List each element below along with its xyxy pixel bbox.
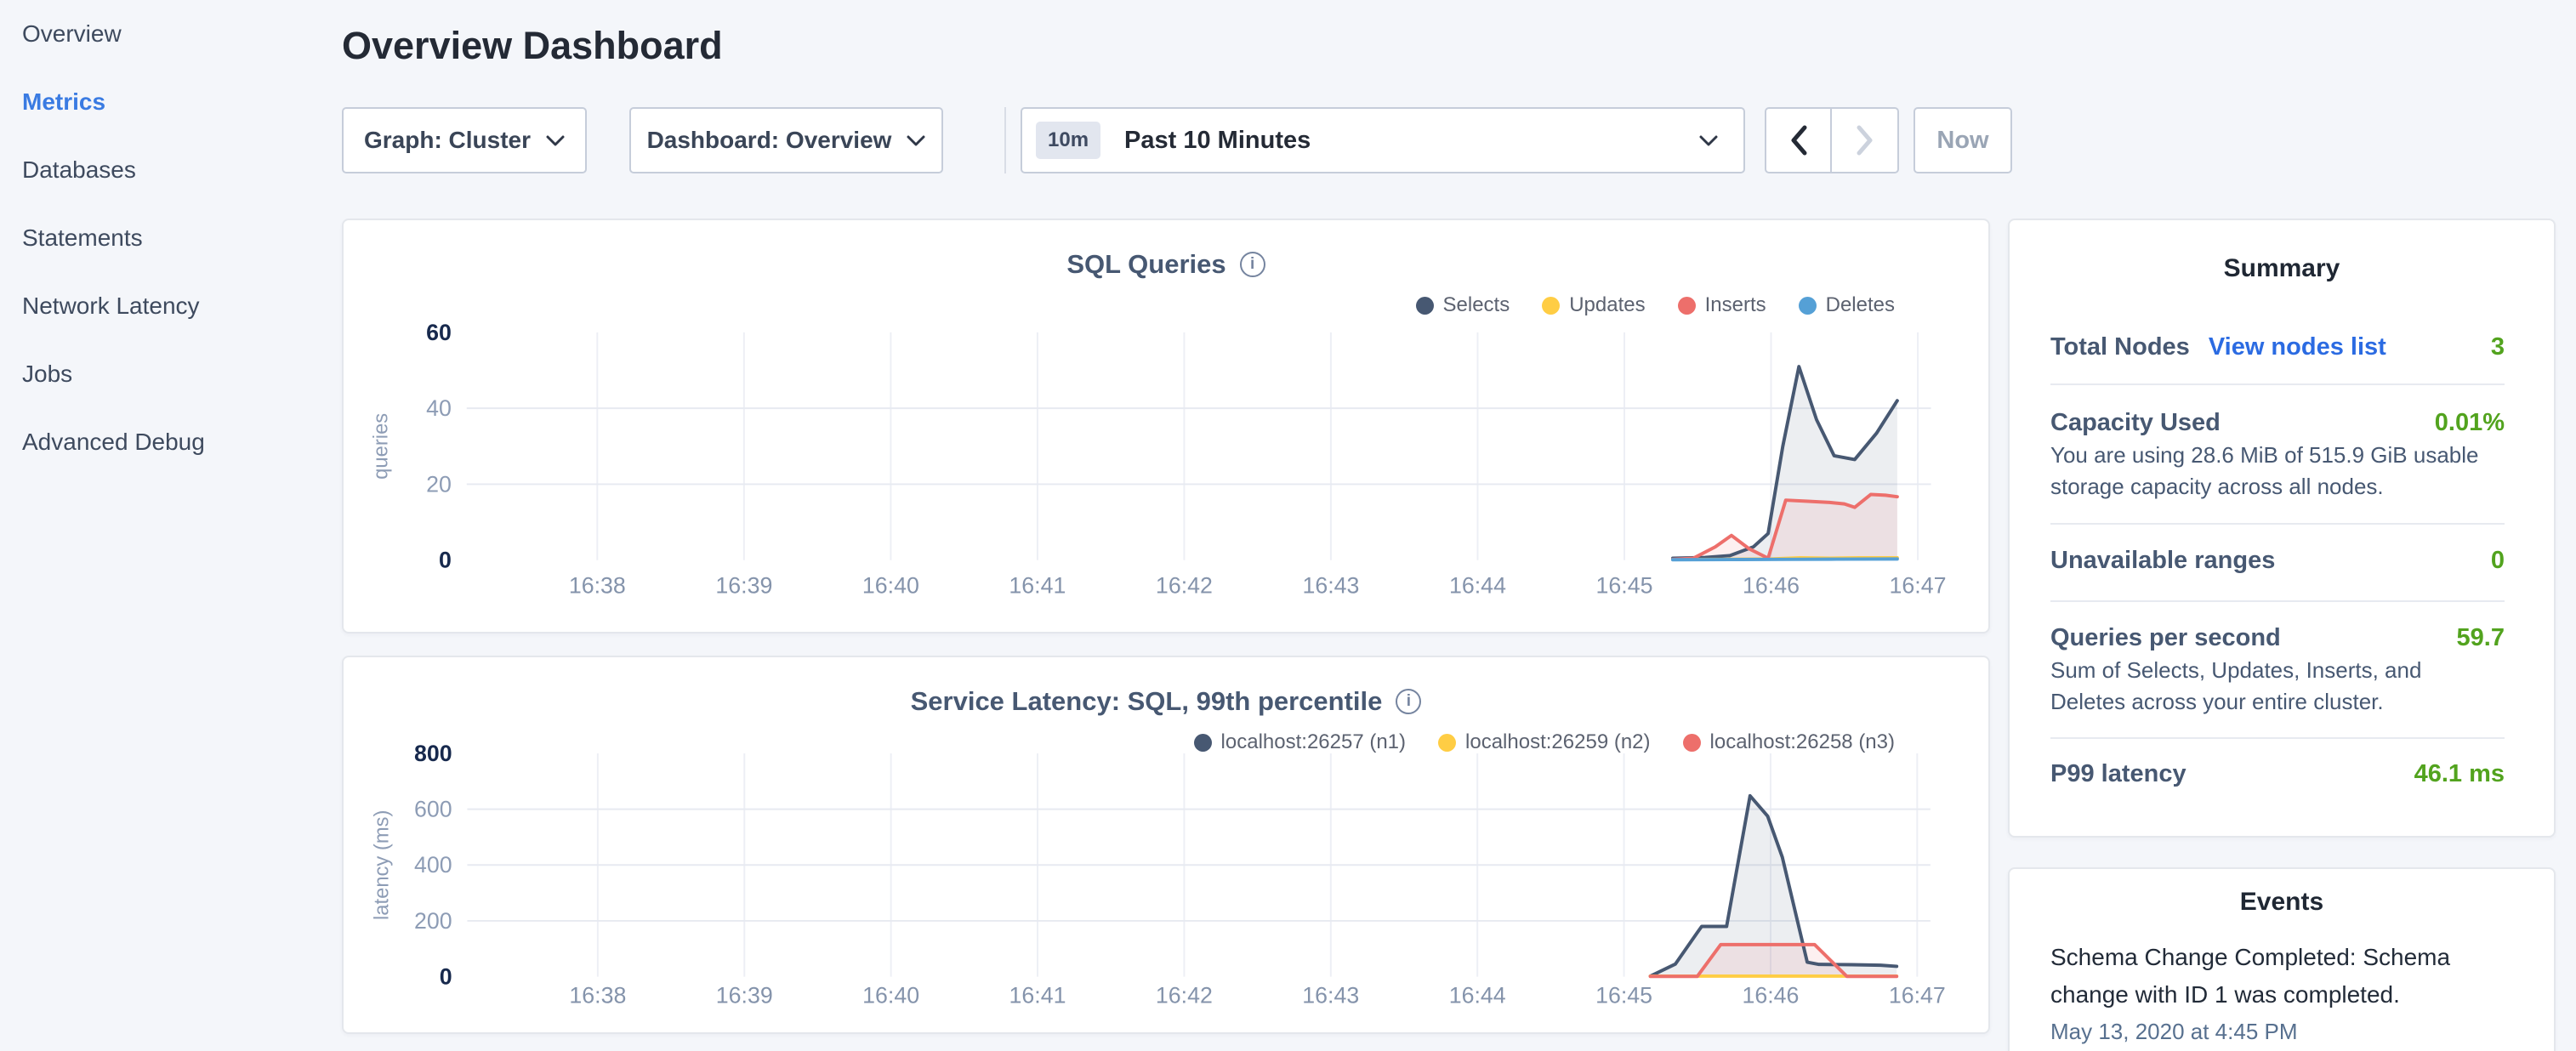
svg-text:16:38: 16:38 bbox=[569, 982, 626, 1008]
svg-text:200: 200 bbox=[414, 908, 452, 934]
chevron-down-icon bbox=[546, 135, 565, 146]
summary-row-label: Queries per second bbox=[2050, 624, 2281, 652]
svg-text:600: 600 bbox=[414, 797, 452, 822]
summary-row-unavailable-ranges: Unavailable ranges 0 bbox=[2050, 542, 2505, 579]
sql-queries-chart-card: SQL Queries i SelectsUpdatesInsertsDelet… bbox=[342, 219, 1990, 633]
summary-row-p99-latency: P99 latency 46.1 ms bbox=[2050, 755, 2505, 793]
summary-row-value: 0 bbox=[2491, 547, 2505, 575]
event-timestamp: May 13, 2020 at 4:45 PM bbox=[2050, 1019, 2513, 1045]
time-range-badge: 10m bbox=[1036, 122, 1100, 159]
event-message: Schema Change Completed: Schema change w… bbox=[2050, 939, 2513, 1014]
graph-dropdown-label: Graph: Cluster bbox=[364, 127, 531, 154]
summary-row-description: Sum of Selects, Updates, Inserts, and De… bbox=[2050, 655, 2494, 718]
view-nodes-list-link[interactable]: View nodes list bbox=[2209, 333, 2386, 361]
sidebar-item-overview[interactable]: Overview bbox=[22, 0, 323, 68]
chart-plot[interactable]: 16:38 16:39 16:40 16:41 16:42 16:43 16:44 16:45… bbox=[344, 220, 1988, 632]
svg-text:800: 800 bbox=[414, 741, 452, 766]
svg-text:16:45: 16:45 bbox=[1596, 572, 1653, 598]
next-time-button[interactable] bbox=[1832, 107, 1899, 173]
chart-plot[interactable]: 16:38 16:39 16:40 16:41 16:42 16:43 16:44 16:45… bbox=[344, 657, 1988, 1032]
chevron-down-icon bbox=[907, 135, 925, 146]
svg-text:0: 0 bbox=[439, 548, 452, 573]
dashboard-dropdown-label: Dashboard: Overview bbox=[647, 127, 892, 154]
summary-row-value: 46.1 ms bbox=[2414, 760, 2505, 788]
events-panel: Events Schema Change Completed: Schema c… bbox=[2008, 867, 2556, 1051]
svg-text:16:39: 16:39 bbox=[716, 982, 773, 1008]
svg-text:400: 400 bbox=[414, 852, 452, 878]
service-latency-chart-card: Service Latency: SQL, 99th percentile i … bbox=[342, 656, 1990, 1034]
svg-text:queries: queries bbox=[370, 413, 393, 480]
sidebar-item-network-latency[interactable]: Network Latency bbox=[22, 272, 323, 340]
graph-dropdown[interactable]: Graph: Cluster bbox=[342, 107, 587, 173]
events-title: Events bbox=[2010, 888, 2554, 917]
summary-row-label: Capacity Used bbox=[2050, 409, 2221, 437]
svg-text:16:43: 16:43 bbox=[1302, 982, 1359, 1008]
svg-text:40: 40 bbox=[426, 395, 452, 421]
sidebar-item-metrics[interactable]: Metrics bbox=[22, 68, 323, 136]
svg-text:16:38: 16:38 bbox=[569, 572, 626, 598]
svg-text:0: 0 bbox=[440, 964, 452, 990]
svg-text:16:45: 16:45 bbox=[1595, 982, 1652, 1008]
time-step-buttons bbox=[1765, 107, 1899, 173]
svg-text:16:44: 16:44 bbox=[1449, 572, 1506, 598]
summary-panel: Summary Total Nodes View nodes list 3 Ca… bbox=[2008, 219, 2556, 838]
now-button[interactable]: Now bbox=[1914, 107, 2012, 173]
summary-row-value: 0.01% bbox=[2435, 409, 2505, 437]
previous-time-button[interactable] bbox=[1765, 107, 1832, 173]
summary-row-queries-per-second: Queries per second 59.7 bbox=[2050, 619, 2505, 656]
summary-row-value: 59.7 bbox=[2457, 624, 2505, 652]
svg-text:16:39: 16:39 bbox=[715, 572, 772, 598]
svg-text:16:44: 16:44 bbox=[1449, 982, 1506, 1008]
summary-divider bbox=[2050, 523, 2505, 525]
svg-text:16:43: 16:43 bbox=[1302, 572, 1359, 598]
chevron-down-icon bbox=[1699, 135, 1718, 146]
time-range-selector[interactable]: 10m Past 10 Minutes bbox=[1021, 107, 1745, 173]
svg-text:16:47: 16:47 bbox=[1890, 572, 1947, 598]
chevron-right-icon bbox=[1857, 125, 1874, 156]
svg-text:16:42: 16:42 bbox=[1156, 572, 1213, 598]
controls-divider bbox=[1004, 107, 1006, 173]
summary-row-label: Total Nodes bbox=[2050, 333, 2190, 361]
summary-row-capacity-used: Capacity Used 0.01% bbox=[2050, 404, 2505, 441]
svg-text:16:42: 16:42 bbox=[1156, 982, 1213, 1008]
svg-text:16:40: 16:40 bbox=[862, 572, 919, 598]
svg-text:latency (ms): latency (ms) bbox=[370, 810, 393, 920]
svg-text:16:47: 16:47 bbox=[1889, 982, 1946, 1008]
sidebar-item-advanced-debug[interactable]: Advanced Debug bbox=[22, 408, 323, 476]
sidebar-item-databases[interactable]: Databases bbox=[22, 136, 323, 204]
sidebar: Overview Metrics Databases Statements Ne… bbox=[0, 0, 323, 1051]
sidebar-item-statements[interactable]: Statements bbox=[22, 204, 323, 272]
svg-text:20: 20 bbox=[426, 471, 452, 497]
controls-bar: Graph: Cluster Dashboard: Overview 10m P… bbox=[342, 107, 2383, 173]
summary-row-total-nodes: Total Nodes View nodes list 3 bbox=[2050, 328, 2505, 366]
page: { "sidebar": { "items": [ {"label":"Over… bbox=[0, 0, 2576, 1051]
svg-text:16:41: 16:41 bbox=[1009, 982, 1066, 1008]
svg-text:16:46: 16:46 bbox=[1743, 572, 1800, 598]
summary-row-label: Unavailable ranges bbox=[2050, 547, 2275, 575]
dashboard-dropdown[interactable]: Dashboard: Overview bbox=[629, 107, 943, 173]
summary-divider bbox=[2050, 737, 2505, 739]
summary-row-description: You are using 28.6 MiB of 515.9 GiB usab… bbox=[2050, 440, 2494, 503]
svg-text:16:41: 16:41 bbox=[1009, 572, 1066, 598]
time-range-label: Past 10 Minutes bbox=[1124, 127, 1699, 155]
sidebar-item-jobs[interactable]: Jobs bbox=[22, 340, 323, 408]
svg-text:60: 60 bbox=[426, 320, 452, 345]
summary-divider bbox=[2050, 600, 2505, 602]
chevron-left-icon bbox=[1790, 125, 1807, 156]
svg-text:16:46: 16:46 bbox=[1742, 982, 1799, 1008]
summary-title: Summary bbox=[2010, 254, 2554, 283]
summary-divider bbox=[2050, 383, 2505, 385]
page-title: Overview Dashboard bbox=[342, 24, 723, 68]
svg-text:16:40: 16:40 bbox=[862, 982, 919, 1008]
summary-row-label: P99 latency bbox=[2050, 760, 2186, 788]
summary-row-value: 3 bbox=[2491, 333, 2505, 361]
